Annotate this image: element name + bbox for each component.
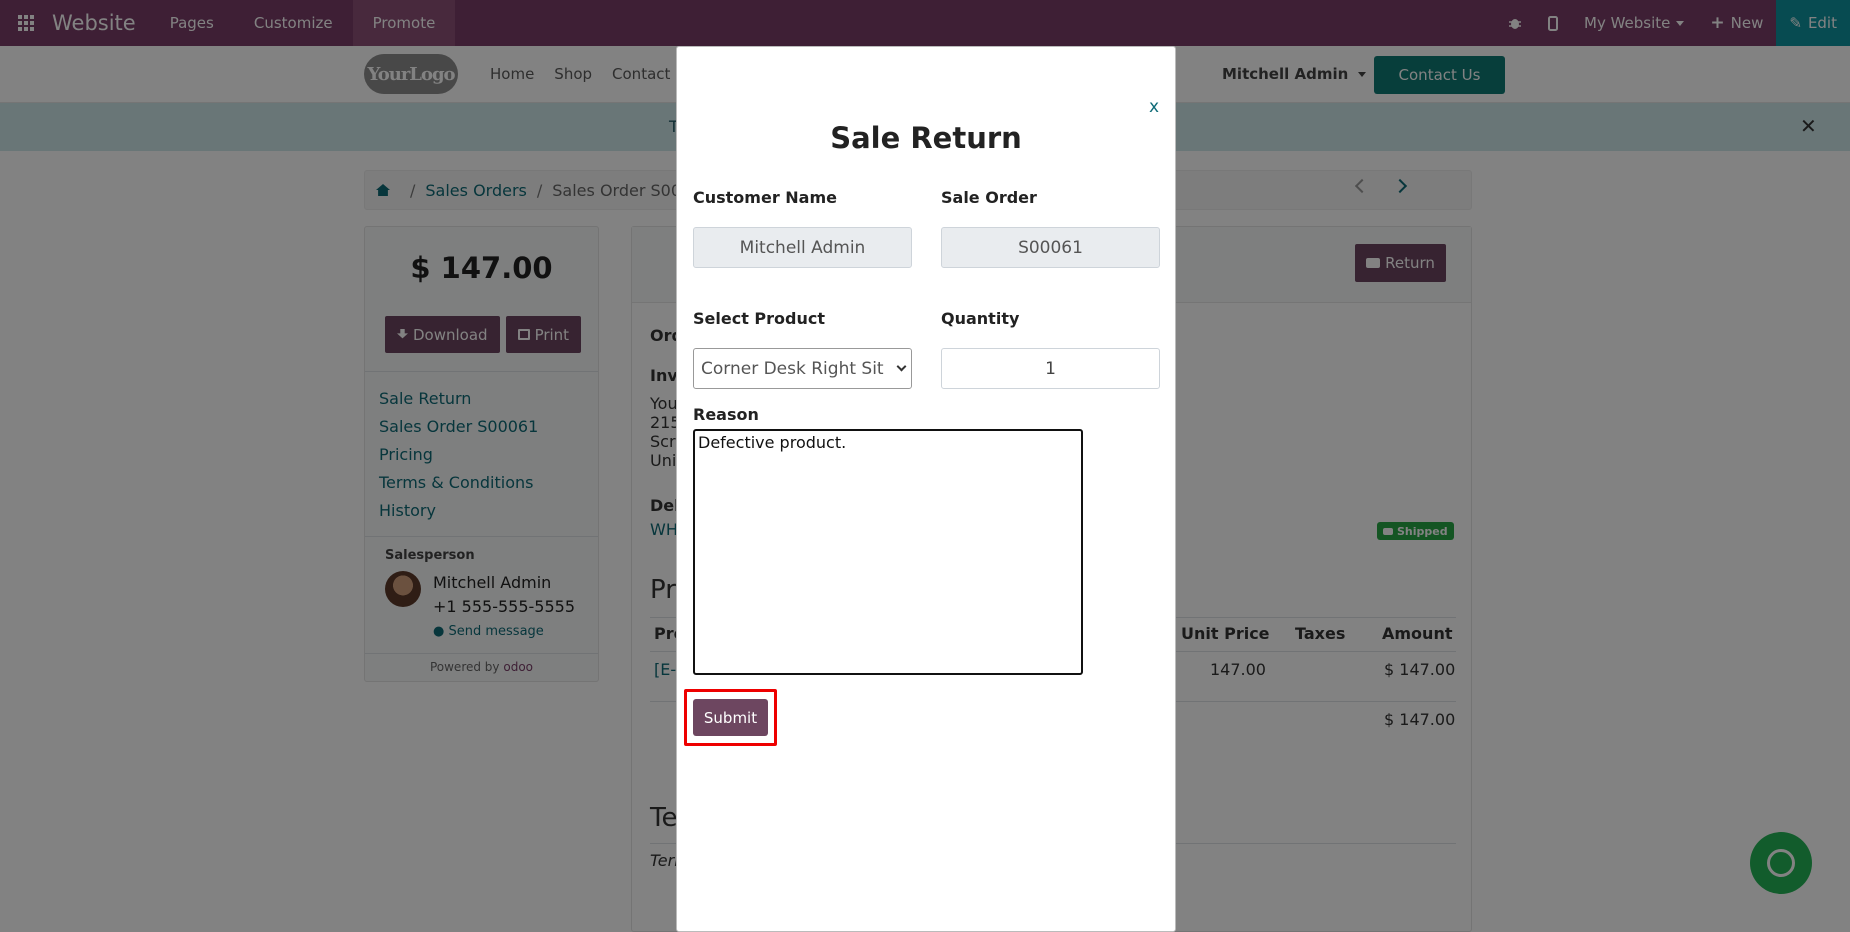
customer-name-label: Customer Name [693, 188, 837, 207]
sale-return-modal: x Sale Return Customer Name Mitchell Adm… [676, 46, 1176, 932]
sale-order-field: S00061 [941, 227, 1160, 268]
sale-order-label: Sale Order [941, 188, 1037, 207]
chevron-down-icon [896, 361, 907, 372]
quantity-input[interactable]: 1 [941, 348, 1160, 389]
product-select-value: Corner Desk Right Sit [701, 358, 884, 379]
customer-name-field: Mitchell Admin [693, 227, 912, 268]
select-product-label: Select Product [693, 309, 825, 328]
reason-textarea[interactable]: Defective product. [693, 429, 1083, 675]
product-select[interactable]: Corner Desk Right Sit [693, 348, 912, 389]
quantity-label: Quantity [941, 309, 1020, 328]
reason-label: Reason [693, 405, 759, 424]
modal-title: Sale Return [830, 121, 1022, 155]
submit-button[interactable]: Submit [693, 699, 768, 736]
close-modal-button[interactable]: x [1149, 97, 1159, 117]
